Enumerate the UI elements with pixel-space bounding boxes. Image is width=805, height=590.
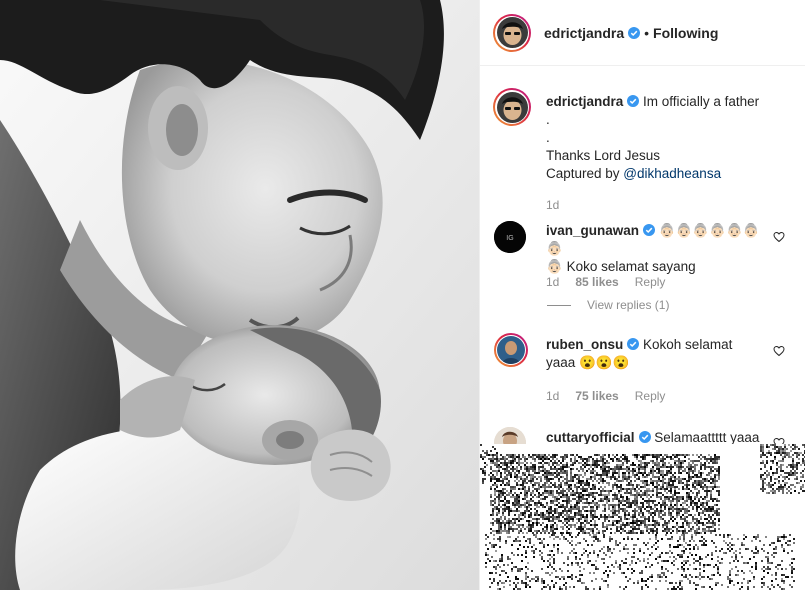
- heart-outline-icon[interactable]: [773, 231, 785, 243]
- post-side-panel: edrictjandra • Following edrictjandra Im…: [479, 0, 805, 590]
- caption-line-5-prefix: Captured by: [546, 166, 624, 181]
- caption-username[interactable]: edrictjandra: [546, 94, 623, 109]
- comment-avatar-ivan-image: IG: [494, 221, 526, 253]
- comment-text-ruben: ruben_onsu Kokoh selamat yaaa 😮😮😮: [546, 336, 772, 372]
- comment-reply-button-ivan[interactable]: Reply: [635, 275, 666, 289]
- author-avatar-image: [496, 17, 528, 48]
- view-replies-line: [547, 304, 571, 306]
- author-username[interactable]: edrictjandra: [544, 25, 624, 41]
- comment-meta-ruben: 1d 75 likes Reply: [546, 389, 665, 403]
- verified-badge-icon: [627, 338, 640, 350]
- comment-timestamp-ruben[interactable]: 1d: [546, 389, 559, 403]
- caption-line-4: Thanks Lord Jesus: [546, 148, 661, 163]
- comment-avatar-ruben-image: [497, 336, 525, 364]
- caption-meta: 1d: [546, 198, 559, 212]
- comment-avatar-ivan[interactable]: IG: [494, 221, 526, 253]
- following-button[interactable]: Following: [653, 25, 718, 41]
- caption-timestamp[interactable]: 1d: [546, 198, 559, 212]
- comment-avatar-ruben[interactable]: [494, 333, 528, 367]
- caption-line-2: .: [546, 112, 550, 127]
- comment-body-ivan: Koko selamat sayang: [562, 259, 696, 274]
- comment-username-ruben[interactable]: ruben_onsu: [546, 337, 623, 352]
- comment-likes-ivan[interactable]: 85 likes: [575, 275, 618, 289]
- comment-meta-ivan: 1d 85 likes Reply: [546, 275, 665, 289]
- caption-mention-link[interactable]: @dikhadheansa: [623, 166, 721, 181]
- comment-emojis-ruben: 😮😮😮: [579, 355, 630, 370]
- comment-text-ivan: ivan_gunawan 👵🏻👵🏻👵🏻👵🏻👵🏻👵🏻👵🏻 👵🏻 Koko sela…: [546, 222, 772, 276]
- comment-username-cuttary[interactable]: cuttaryofficial: [546, 430, 635, 445]
- heart-outline-icon[interactable]: [773, 345, 785, 357]
- caption-line-3: .: [546, 130, 550, 145]
- comment-timestamp-ivan[interactable]: 1d: [546, 275, 559, 289]
- caption-line-1: Im officially a father: [643, 94, 760, 109]
- comment-body-cuttary: Selamaattttt yaaa: [654, 430, 760, 445]
- comment-body-ruben-line2: yaaa: [546, 355, 580, 370]
- post-photo-image: [0, 0, 479, 590]
- verified-badge-icon: [627, 95, 640, 107]
- caption-avatar-image: [496, 91, 528, 123]
- post-header: edrictjandra • Following: [480, 0, 805, 66]
- comment-likes-ruben[interactable]: 75 likes: [575, 389, 618, 403]
- verified-badge-icon: [628, 26, 641, 39]
- caption-text: edrictjandra Im officially a father . . …: [546, 93, 786, 183]
- caption-avatar[interactable]: [493, 88, 531, 126]
- comment-emoji-ivan-line2: 👵🏻: [546, 259, 563, 274]
- comment-username-ivan[interactable]: ivan_gunawan: [546, 223, 639, 238]
- comments-list[interactable]: edrictjandra Im officially a father . . …: [480, 67, 805, 590]
- view-replies-label: View replies (1): [587, 298, 670, 312]
- author-avatar[interactable]: [493, 13, 531, 52]
- view-replies-button[interactable]: View replies (1): [547, 298, 669, 312]
- redacted-noise-overlay: [480, 444, 805, 590]
- header-separator: •: [644, 24, 650, 41]
- instagram-post-view: edrictjandra • Following edrictjandra Im…: [0, 0, 805, 590]
- verified-badge-icon: [638, 431, 651, 443]
- verified-badge-icon: [643, 224, 656, 236]
- comment-body-ruben-line1: Kokoh selamat: [643, 337, 733, 352]
- comment-reply-button-ruben[interactable]: Reply: [635, 389, 666, 403]
- svg-text:IG: IG: [506, 235, 513, 242]
- post-photo[interactable]: [0, 0, 479, 590]
